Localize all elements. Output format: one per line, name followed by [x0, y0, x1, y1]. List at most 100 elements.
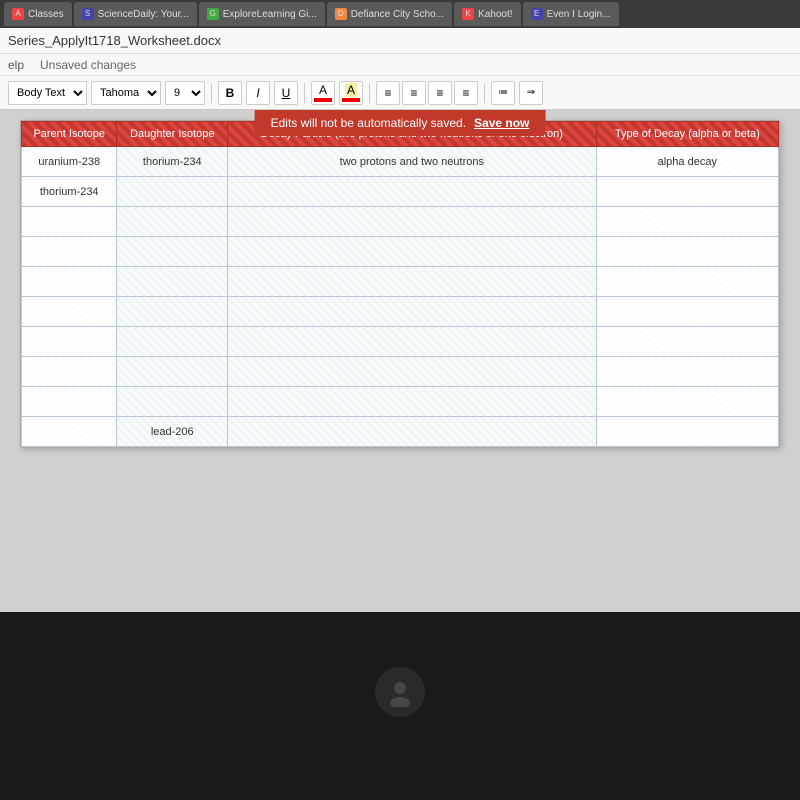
table-cell-r7-c1[interactable] [117, 357, 228, 387]
table-row[interactable]: lead-206 [22, 417, 779, 447]
toolbar-divider-3 [369, 83, 370, 103]
table-cell-r0-c3[interactable]: alpha decay [596, 147, 778, 177]
toolbar-divider-1 [211, 83, 212, 103]
header-parent-isotope: Parent Isotope [22, 122, 117, 147]
table-cell-r3-c0[interactable] [22, 237, 117, 267]
align-center-button[interactable]: ≡ [402, 81, 426, 105]
table-row[interactable] [22, 387, 779, 417]
tab-defiance[interactable]: D Defiance City Scho... [327, 2, 452, 26]
tab-sciencedaily[interactable]: S ScienceDaily: Your... [74, 2, 197, 26]
avatar [375, 667, 425, 717]
table-row[interactable] [22, 357, 779, 387]
header-daughter-isotope: Daughter Isotope [117, 122, 228, 147]
underline-button[interactable]: U [274, 81, 298, 105]
browser-tab-bar: A Classes S ScienceDaily: Your... G Expl… [0, 0, 800, 28]
document-filename: Series_ApplyIt1718_Worksheet.docx [8, 33, 221, 48]
avatar-icon [385, 677, 415, 707]
table-cell-r2-c0[interactable] [22, 207, 117, 237]
worksheet-table-container: Parent Isotope Daughter Isotope Decay Pa… [20, 120, 780, 448]
italic-button[interactable]: I [246, 81, 270, 105]
list-button[interactable]: ≔ [491, 81, 515, 105]
table-cell-r6-c1[interactable] [117, 327, 228, 357]
tab-favicon-explorelearning: G [207, 8, 219, 20]
tab-favicon-classes: A [12, 8, 24, 20]
table-row[interactable] [22, 327, 779, 357]
style-select[interactable]: Body Text [8, 81, 87, 105]
table-cell-r0-c0[interactable]: uranium-238 [22, 147, 117, 177]
formatting-toolbar: Body Text Tahoma 9 B I U A A ≡ ≡ ≡ ≡ ≔ ⇒ [0, 76, 800, 110]
table-cell-r6-c2[interactable] [228, 327, 597, 357]
table-cell-r5-c2[interactable] [228, 297, 597, 327]
tab-favicon-defiance: D [335, 8, 347, 20]
tab-explorelearning[interactable]: G ExploreLearning Gi... [199, 2, 325, 26]
align-left-button[interactable]: ≡ [376, 81, 400, 105]
document-body: Edits will not be automatically saved. S… [0, 110, 800, 612]
table-body: uranium-238thorium-234two protons and tw… [22, 147, 779, 447]
size-select[interactable]: 9 [165, 81, 205, 105]
tab-classes[interactable]: A Classes [4, 2, 72, 26]
table-cell-r3-c1[interactable] [117, 237, 228, 267]
table-cell-r8-c1[interactable] [117, 387, 228, 417]
table-cell-r0-c2[interactable]: two protons and two neutrons [228, 147, 597, 177]
table-cell-r6-c3[interactable] [596, 327, 778, 357]
table-cell-r2-c3[interactable] [596, 207, 778, 237]
table-cell-r3-c2[interactable] [228, 237, 597, 267]
tab-favicon-login: E [531, 8, 543, 20]
unsaved-status: Unsaved changes [40, 58, 136, 72]
align-button-group: ≡ ≡ ≡ ≡ [376, 81, 478, 105]
tab-favicon-kahoot: K [462, 8, 474, 20]
highlight-button[interactable]: A [339, 81, 363, 105]
tab-kahoot[interactable]: K Kahoot! [454, 2, 520, 26]
header-type-of-decay: Type of Decay (alpha or beta) [596, 122, 778, 147]
toolbar-divider-4 [484, 83, 485, 103]
table-cell-r9-c3[interactable] [596, 417, 778, 447]
save-now-link[interactable]: Save now [474, 116, 529, 130]
table-cell-r9-c2[interactable] [228, 417, 597, 447]
table-cell-r3-c3[interactable] [596, 237, 778, 267]
align-justify-button[interactable]: ≡ [454, 81, 478, 105]
table-cell-r9-c1[interactable]: lead-206 [117, 417, 228, 447]
table-cell-r4-c2[interactable] [228, 267, 597, 297]
table-cell-r8-c0[interactable] [22, 387, 117, 417]
table-cell-r5-c0[interactable] [22, 297, 117, 327]
table-cell-r4-c3[interactable] [596, 267, 778, 297]
indent-button[interactable]: ⇒ [519, 81, 543, 105]
decay-table: Parent Isotope Daughter Isotope Decay Pa… [21, 121, 779, 447]
bottom-area [0, 612, 800, 772]
table-row[interactable]: uranium-238thorium-234two protons and tw… [22, 147, 779, 177]
table-cell-r1-c2[interactable] [228, 177, 597, 207]
table-cell-r2-c2[interactable] [228, 207, 597, 237]
table-row[interactable]: thorium-234 [22, 177, 779, 207]
notification-message: Edits will not be automatically saved. [271, 116, 466, 130]
table-cell-r9-c0[interactable] [22, 417, 117, 447]
document-title-bar: Series_ApplyIt1718_Worksheet.docx [0, 28, 800, 54]
tab-favicon-sciencedaily: S [82, 8, 94, 20]
bold-button[interactable]: B [218, 81, 242, 105]
table-cell-r4-c1[interactable] [117, 267, 228, 297]
tab-login[interactable]: E Even I Login... [523, 2, 619, 26]
table-cell-r7-c2[interactable] [228, 357, 597, 387]
table-cell-r1-c0[interactable]: thorium-234 [22, 177, 117, 207]
table-cell-r7-c0[interactable] [22, 357, 117, 387]
table-cell-r8-c2[interactable] [228, 387, 597, 417]
align-right-button[interactable]: ≡ [428, 81, 452, 105]
font-select[interactable]: Tahoma [91, 81, 161, 105]
table-row[interactable] [22, 297, 779, 327]
font-color-swatch [314, 98, 332, 102]
table-row[interactable] [22, 267, 779, 297]
table-cell-r4-c0[interactable] [22, 267, 117, 297]
table-cell-r7-c3[interactable] [596, 357, 778, 387]
help-menu[interactable]: elp [8, 58, 24, 72]
highlight-swatch [342, 98, 360, 102]
table-cell-r8-c3[interactable] [596, 387, 778, 417]
table-cell-r2-c1[interactable] [117, 207, 228, 237]
table-cell-r1-c3[interactable] [596, 177, 778, 207]
table-cell-r6-c0[interactable] [22, 327, 117, 357]
table-cell-r0-c1[interactable]: thorium-234 [117, 147, 228, 177]
table-cell-r5-c3[interactable] [596, 297, 778, 327]
table-cell-r5-c1[interactable] [117, 297, 228, 327]
table-row[interactable] [22, 207, 779, 237]
font-color-button[interactable]: A [311, 81, 335, 105]
table-row[interactable] [22, 237, 779, 267]
table-cell-r1-c1[interactable] [117, 177, 228, 207]
